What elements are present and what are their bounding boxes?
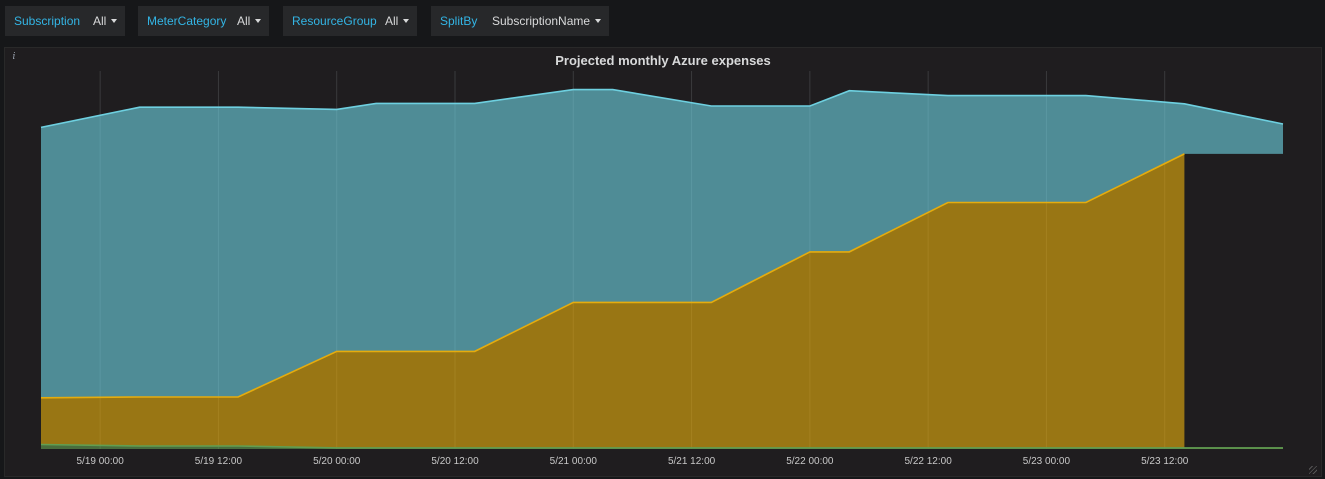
- x-axis-ticks: 5/19 00:00 5/19 12:00 5/20 00:00 5/20 12:00…: [77, 456, 1189, 467]
- series-areas: [41, 89, 1283, 449]
- x-tick-label: 5/21 00:00: [550, 456, 598, 467]
- x-tick-label: 5/21 12:00: [668, 456, 716, 467]
- x-tick-label: 5/19 00:00: [77, 456, 125, 467]
- x-tick-label: 5/23 12:00: [1141, 456, 1189, 467]
- x-tick-label: 5/22 00:00: [786, 456, 834, 467]
- x-tick-label: 5/23 00:00: [1023, 456, 1071, 467]
- panel-resize-handle[interactable]: [1309, 466, 1317, 474]
- x-tick-label: 5/20 12:00: [431, 456, 479, 467]
- stacked-area-chart: 5/19 00:00 5/19 12:00 5/20 00:00 5/20 12:00…: [40, 71, 1284, 467]
- x-tick-label: 5/22 12:00: [905, 456, 953, 467]
- x-tick-label: 5/19 12:00: [195, 456, 243, 467]
- x-tick-label: 5/20 00:00: [313, 456, 361, 467]
